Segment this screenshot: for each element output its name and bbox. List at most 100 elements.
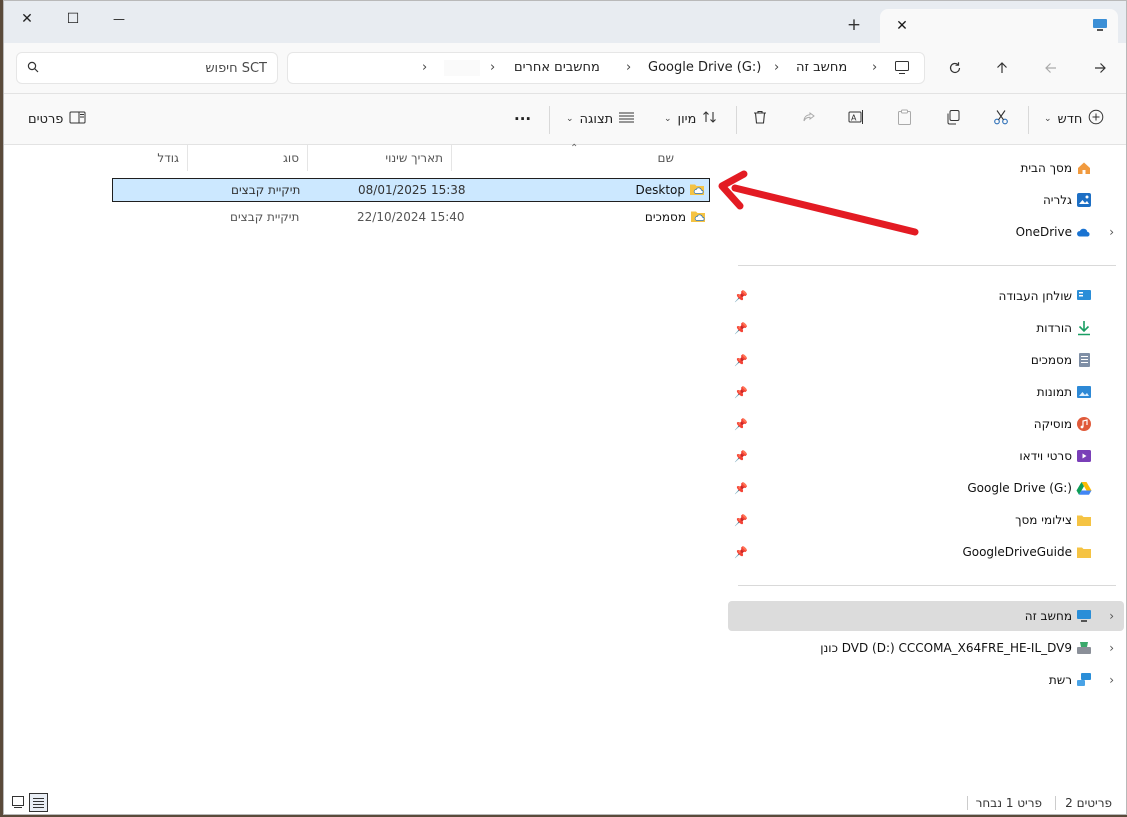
search-icon bbox=[27, 61, 39, 76]
details-pane-button[interactable]: פרטים bbox=[28, 106, 86, 132]
chevron-right-icon[interactable]: › bbox=[1109, 225, 1114, 239]
file-name: Desktop bbox=[635, 183, 686, 197]
breadcrumb-this-pc[interactable]: מחשב זה bbox=[796, 60, 847, 75]
breadcrumb-other-computers[interactable]: מחשבים אחרים bbox=[514, 60, 600, 75]
sidebar-divider bbox=[738, 585, 1116, 586]
rename-button[interactable]: A bbox=[848, 106, 865, 132]
view-label: תצוגה bbox=[579, 111, 614, 127]
paste-button[interactable] bbox=[897, 106, 912, 132]
back-button[interactable] bbox=[1087, 55, 1113, 81]
network-icon bbox=[1076, 672, 1092, 688]
home-icon bbox=[1076, 160, 1092, 176]
pin-icon[interactable]: 📌 bbox=[734, 386, 748, 399]
up-button[interactable] bbox=[989, 55, 1015, 81]
sidebar-item-label: סרטי וידאו bbox=[1019, 449, 1072, 463]
sidebar-item-gallery[interactable]: גלריה bbox=[728, 185, 1124, 215]
sidebar-item-label: מחשב זה bbox=[1024, 609, 1072, 623]
table-row[interactable]: תיקיית קבצים 22/10/2024 15:40 מסמכים bbox=[112, 206, 710, 230]
chevron-right-icon[interactable]: › bbox=[1109, 609, 1114, 623]
close-window-button[interactable]: ✕ bbox=[4, 5, 50, 33]
this-pc-icon bbox=[1076, 608, 1092, 624]
sidebar-item-desktop[interactable]: 📌 שולחן העבודה bbox=[728, 281, 1124, 311]
minimize-button[interactable]: — bbox=[96, 5, 142, 33]
sidebar-item-label: מוסיקה bbox=[1033, 417, 1072, 431]
file-date: 08/01/2025 15:38 bbox=[358, 183, 466, 197]
sidebar-item-screenshots[interactable]: 📌 צילומי מסך bbox=[728, 505, 1124, 535]
download-icon bbox=[1076, 320, 1092, 336]
cloud-folder-icon bbox=[689, 182, 705, 199]
close-tab-icon[interactable]: ✕ bbox=[890, 18, 914, 34]
pin-icon[interactable]: 📌 bbox=[734, 418, 748, 431]
desktop-icon bbox=[1076, 288, 1092, 304]
status-bar: 2 פריטים פריט 1 נבחר bbox=[4, 790, 1126, 814]
more-options-button[interactable]: ··· bbox=[514, 106, 531, 132]
file-type: תיקיית קבצים bbox=[230, 210, 300, 224]
sidebar-item-dvd-drive[interactable]: › כונן DVD (D:) CCCOMA_X64FRE_HE-IL_DV9 bbox=[728, 633, 1124, 663]
pin-icon[interactable]: 📌 bbox=[734, 322, 748, 335]
pin-icon[interactable]: 📌 bbox=[734, 514, 748, 527]
sort-button[interactable]: ⌄ מיון bbox=[664, 106, 718, 132]
cut-button[interactable] bbox=[993, 106, 1009, 132]
sidebar-item-this-pc[interactable]: › מחשב זה bbox=[728, 601, 1124, 631]
pin-icon[interactable]: 📌 bbox=[734, 546, 748, 559]
chevron-down-icon: ⌄ bbox=[566, 114, 574, 124]
folder-icon bbox=[1076, 544, 1092, 560]
sidebar-item-downloads[interactable]: 📌 הורדות bbox=[728, 313, 1124, 343]
share-button[interactable] bbox=[801, 106, 817, 132]
sidebar-item-onedrive[interactable]: › OneDrive bbox=[728, 217, 1124, 247]
refresh-button[interactable] bbox=[942, 55, 968, 81]
tiles-view-icon[interactable] bbox=[12, 796, 24, 811]
gallery-icon bbox=[1076, 192, 1092, 208]
table-row[interactable]: תיקיית קבצים 08/01/2025 15:38 Desktop bbox=[112, 178, 710, 202]
sidebar-item-google-drive[interactable]: 📌 Google Drive (G:) bbox=[728, 473, 1124, 503]
sidebar-item-documents[interactable]: 📌 מסמכים bbox=[728, 345, 1124, 375]
svg-text:A: A bbox=[851, 114, 857, 123]
maximize-button[interactable]: ☐ bbox=[50, 5, 96, 33]
delete-button[interactable] bbox=[752, 106, 768, 132]
chevron-down-icon: ⌄ bbox=[664, 114, 672, 124]
column-type[interactable]: סוג bbox=[188, 145, 308, 171]
sidebar-item-videos[interactable]: 📌 סרטי וידאו bbox=[728, 441, 1124, 471]
google-drive-icon bbox=[1076, 480, 1092, 496]
column-date[interactable]: תאריך שינוי bbox=[308, 145, 452, 171]
trash-icon bbox=[752, 109, 768, 129]
pin-icon[interactable]: 📌 bbox=[734, 290, 748, 303]
video-icon bbox=[1076, 448, 1092, 464]
view-button[interactable]: ⌄ תצוגה bbox=[566, 106, 635, 132]
search-input[interactable]: חיפוש SCT bbox=[16, 52, 278, 84]
share-icon bbox=[801, 109, 817, 129]
sidebar-item-label: OneDrive bbox=[1015, 225, 1072, 239]
sidebar-item-network[interactable]: › רשת bbox=[728, 665, 1124, 695]
document-icon bbox=[1076, 352, 1092, 368]
chevron-right-icon[interactable]: › bbox=[1109, 641, 1114, 655]
sidebar-item-label: רשת bbox=[1048, 673, 1072, 687]
sidebar-item-music[interactable]: 📌 מוסיקה bbox=[728, 409, 1124, 439]
breadcrumb-google-drive[interactable]: Google Drive (G:) bbox=[648, 60, 761, 75]
pin-icon[interactable]: 📌 bbox=[734, 354, 748, 367]
item-count: 2 פריטים bbox=[1065, 796, 1112, 810]
pin-icon[interactable]: 📌 bbox=[734, 450, 748, 463]
file-type: תיקיית קבצים bbox=[231, 183, 301, 197]
sort-icon bbox=[702, 110, 718, 128]
file-date: 22/10/2024 15:40 bbox=[357, 210, 465, 224]
sidebar-item-home[interactable]: מסך הבית bbox=[728, 153, 1124, 183]
sort-label: מיון bbox=[677, 111, 697, 127]
sidebar-item-googledriveguide[interactable]: 📌 GoogleDriveGuide bbox=[728, 537, 1124, 567]
chevron-right-icon[interactable]: › bbox=[1109, 673, 1114, 687]
this-pc-icon[interactable] bbox=[894, 60, 910, 78]
tab-current[interactable]: ✕ bbox=[880, 9, 1118, 43]
pin-icon[interactable]: 📌 bbox=[734, 482, 748, 495]
column-size[interactable]: גודל bbox=[108, 145, 188, 171]
copy-button[interactable] bbox=[945, 106, 961, 132]
breadcrumb-hidden[interactable] bbox=[444, 60, 480, 76]
copy-icon bbox=[945, 109, 961, 129]
sidebar-item-label: GoogleDriveGuide bbox=[962, 545, 1072, 559]
details-view-icon[interactable] bbox=[29, 793, 48, 812]
new-tab-button[interactable]: + bbox=[842, 15, 866, 35]
sidebar-item-label: מסמכים bbox=[1030, 353, 1072, 367]
forward-button[interactable] bbox=[1038, 55, 1064, 81]
new-button[interactable]: ⌄ חדש bbox=[1044, 106, 1104, 132]
address-bar[interactable]: › › מחשבים אחרים › Google Drive (G:) › מ… bbox=[287, 52, 925, 84]
chevron-left-icon: › bbox=[422, 60, 428, 75]
sidebar-item-pictures[interactable]: 📌 תמונות bbox=[728, 377, 1124, 407]
